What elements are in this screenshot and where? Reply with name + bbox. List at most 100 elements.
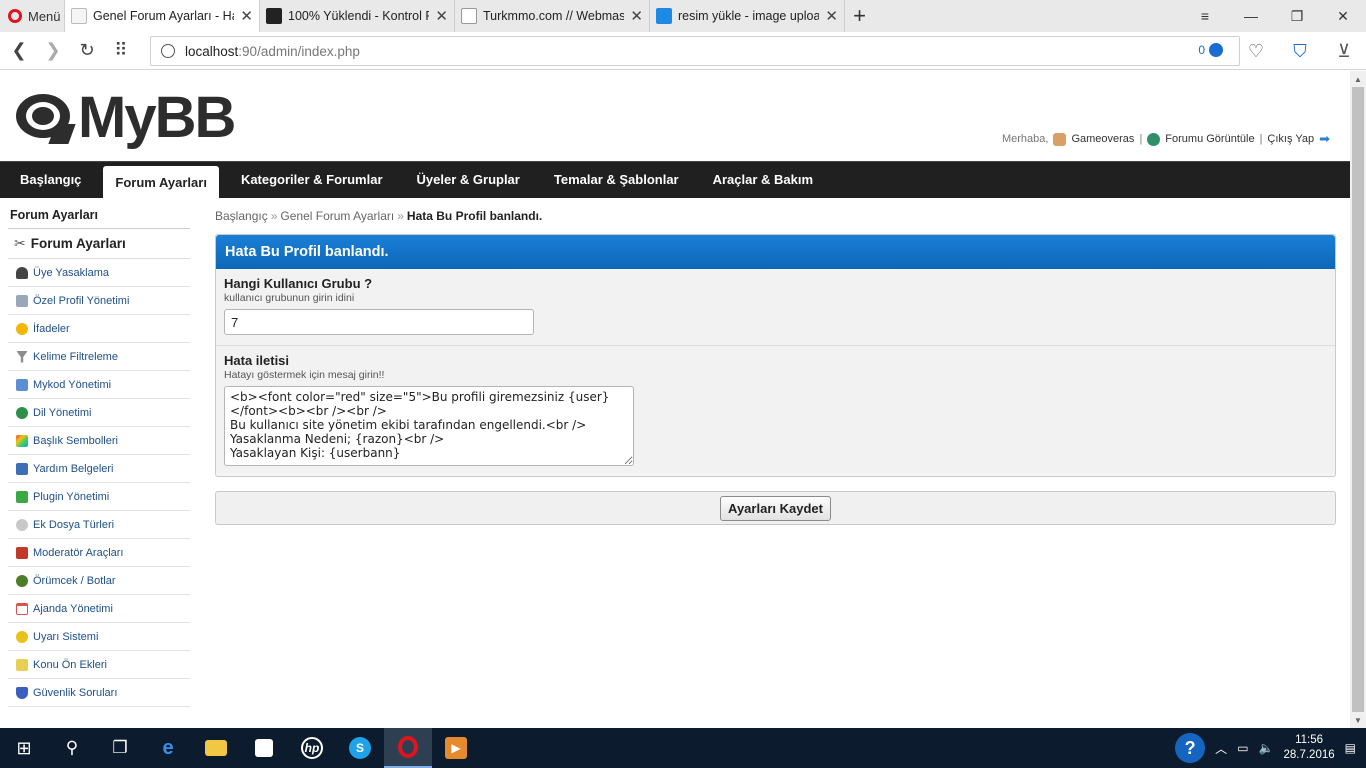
hp-icon[interactable]: hp [288,728,336,768]
sidebar-item-label: Moderatör Araçları [33,546,124,559]
sidebar-item-warnings[interactable]: Uyarı Sistemi [8,623,190,651]
browser-toolbar-icons: ♡ ⛉ ⊻ [1234,36,1366,66]
tab-close-icon[interactable]: ✕ [825,7,838,25]
setting-label: Hangi Kullanıcı Grubu ? [224,276,373,291]
window-controls: ≡ — ❐ ✕ [1182,0,1366,32]
scroll-up-icon[interactable]: ▲ [1350,71,1366,87]
site-info-icon[interactable] [161,44,175,58]
opera-taskbar-icon[interactable] [384,728,432,768]
new-tab-button[interactable]: + [844,0,874,32]
store-icon[interactable] [240,728,288,768]
view-forum-link[interactable]: Forumu Görüntüle [1165,133,1254,145]
sidebar: Forum Ayarları ✂ Forum Ayarları Üye Yasa… [8,205,190,707]
tray-expand-icon[interactable]: ︿ [1215,740,1227,757]
sidebar-item-custom-profile[interactable]: Özel Profil Yönetimi [8,287,190,315]
forward-icon[interactable]: ❯ [36,36,70,66]
sidebar-item-spiders[interactable]: Örümcek / Botlar [8,567,190,595]
calendar-icon [16,602,28,615]
sidebar-item-smilies[interactable]: İfadeler [8,315,190,343]
setting-description: kullanıcı grubunun girin idini [224,292,355,304]
tab-close-icon[interactable]: ✕ [240,7,253,25]
restore-icon[interactable]: ❐ [1274,0,1320,32]
nav-themes-templates[interactable]: Temalar & Şablonlar [542,161,691,198]
media-player-icon[interactable]: ▶ [432,728,480,768]
user-icon [16,266,28,279]
sidebar-item-languages[interactable]: Dil Yönetimi [8,399,190,427]
nav-categories-forums[interactable]: Kategoriler & Forumlar [229,161,395,198]
volume-icon[interactable]: 🔈 [1259,741,1274,755]
vpn-shield-icon[interactable]: ⛉ [1278,36,1322,66]
task-view-icon[interactable]: ❐ [96,728,144,768]
clock[interactable]: 11:56 28.7.2016 [1283,733,1334,763]
page-scrollbar[interactable]: ▲ ▼ [1350,71,1366,728]
sidebar-item-post-icons[interactable]: Başlık Sembolleri [8,427,190,455]
adblock-counter[interactable]: 0 [1198,43,1223,57]
notifications-icon[interactable]: ▤ [1345,741,1356,755]
scrollbar-thumb[interactable] [1352,87,1364,712]
breadcrumb: Başlangıç» Genel Forum Ayarları» Hata Bu P… [215,209,542,223]
skype-icon[interactable]: S [336,728,384,768]
sidebar-item-label: Ajanda Yönetimi [33,602,113,615]
welcome-text: Merhaba, [1001,133,1049,145]
speed-dial-icon[interactable]: ⠿ [104,36,138,66]
nav-start[interactable]: Başlangıç [8,161,93,198]
adblock-count: 0 [1198,43,1205,57]
sidebar-item-mycode[interactable]: Mykod Yönetimi [8,371,190,399]
logout-link[interactable]: Çıkış Yap [1267,133,1314,145]
user-group-input[interactable] [224,309,534,335]
breadcrumb-section[interactable]: Genel Forum Ayarları [280,209,394,223]
system-tray: ? ︿ ▭ 🔈 11:56 28.7.2016 ▤ [1175,728,1356,768]
start-button[interactable]: ⊞ [0,728,48,768]
nav-tools-maintenance[interactable]: Araçlar & Bakım [701,161,825,198]
reload-icon[interactable]: ↻ [70,36,104,66]
tab-favicon-icon [266,8,282,24]
sidebar-item-attachment-types[interactable]: Ek Dosya Türleri [8,511,190,539]
sidebar-item-calendars[interactable]: Ajanda Yönetimi [8,595,190,623]
tab-title: Turkmmo.com // Webmast [483,9,625,23]
help-doc-icon [16,462,28,475]
sidebar-item-word-filters[interactable]: Kelime Filtreleme [8,343,190,371]
breadcrumb-home[interactable]: Başlangıç [215,209,268,223]
tab-menu-icon[interactable]: ≡ [1182,0,1228,32]
sidebar-item-mod-tools[interactable]: Moderatör Araçları [8,539,190,567]
browser-tab-1[interactable]: 100% Yüklendi - Kontrol Pa ✕ [259,0,454,32]
nav-users-groups[interactable]: Üyeler & Gruplar [405,161,532,198]
browser-tab-bar: Menü Genel Forum Ayarları - Hat ✕ 100% Y… [0,0,1366,32]
filter-icon [16,350,28,363]
error-message-textarea[interactable]: <b><font color="red" size="5">Bu profili… [224,386,634,466]
sidebar-item-help-docs[interactable]: Yardım Belgeleri [8,455,190,483]
edge-icon[interactable]: e [144,728,192,768]
network-icon[interactable]: ▭ [1237,741,1248,755]
tab-close-icon[interactable]: ✕ [435,7,448,25]
tab-close-icon[interactable]: ✕ [630,7,643,25]
setting-user-group: Hangi Kullanıcı Grubu ? kullanıcı grubun… [216,269,1335,346]
close-window-icon[interactable]: ✕ [1320,0,1366,32]
mybb-logo[interactable]: MyBB [16,83,236,153]
sidebar-item-label: Güvenlik Soruları [33,686,118,699]
sidebar-item-thread-prefixes[interactable]: Konu Ön Ekleri [8,651,190,679]
save-settings-button[interactable]: Ayarları Kaydet [720,495,831,521]
puzzle-icon [16,490,28,503]
logo-text: MyBB [78,85,236,150]
bookmark-heart-icon[interactable]: ♡ [1234,36,1278,66]
help-icon[interactable]: ? [1175,733,1206,763]
back-icon[interactable]: ❮ [2,36,36,66]
user-link[interactable]: Gameoveras [1071,133,1134,145]
search-icon[interactable]: ⚲ [48,728,96,768]
file-explorer-icon[interactable] [192,728,240,768]
windows-taskbar: ⊞ ⚲ ❐ e hp S ▶ ? ︿ ▭ 🔈 11:56 28.7.2016 ▤ [0,728,1366,768]
url-field[interactable]: localhost:90/admin/index.php 0 [150,36,1240,66]
minimize-icon[interactable]: — [1228,0,1274,32]
browser-menu-button[interactable]: Menü [0,0,64,32]
separator: | [1259,133,1263,145]
sidebar-item-user-bans[interactable]: Üye Yasaklama [8,259,190,287]
nav-forum-settings[interactable]: Forum Ayarları [103,166,219,198]
browser-address-bar: ❮ ❯ ↻ ⠿ localhost:90/admin/index.php 0 ♡… [0,32,1366,70]
browser-tab-0[interactable]: Genel Forum Ayarları - Hat ✕ [64,0,259,32]
download-icon[interactable]: ⊻ [1322,36,1366,66]
scroll-down-icon[interactable]: ▼ [1350,712,1366,728]
sidebar-item-plugins[interactable]: Plugin Yönetimi [8,483,190,511]
browser-tab-2[interactable]: Turkmmo.com // Webmast ✕ [454,0,649,32]
sidebar-item-security-questions[interactable]: Güvenlik Soruları [8,679,190,707]
browser-tab-3[interactable]: resim yükle - image uploa ✕ [649,0,844,32]
